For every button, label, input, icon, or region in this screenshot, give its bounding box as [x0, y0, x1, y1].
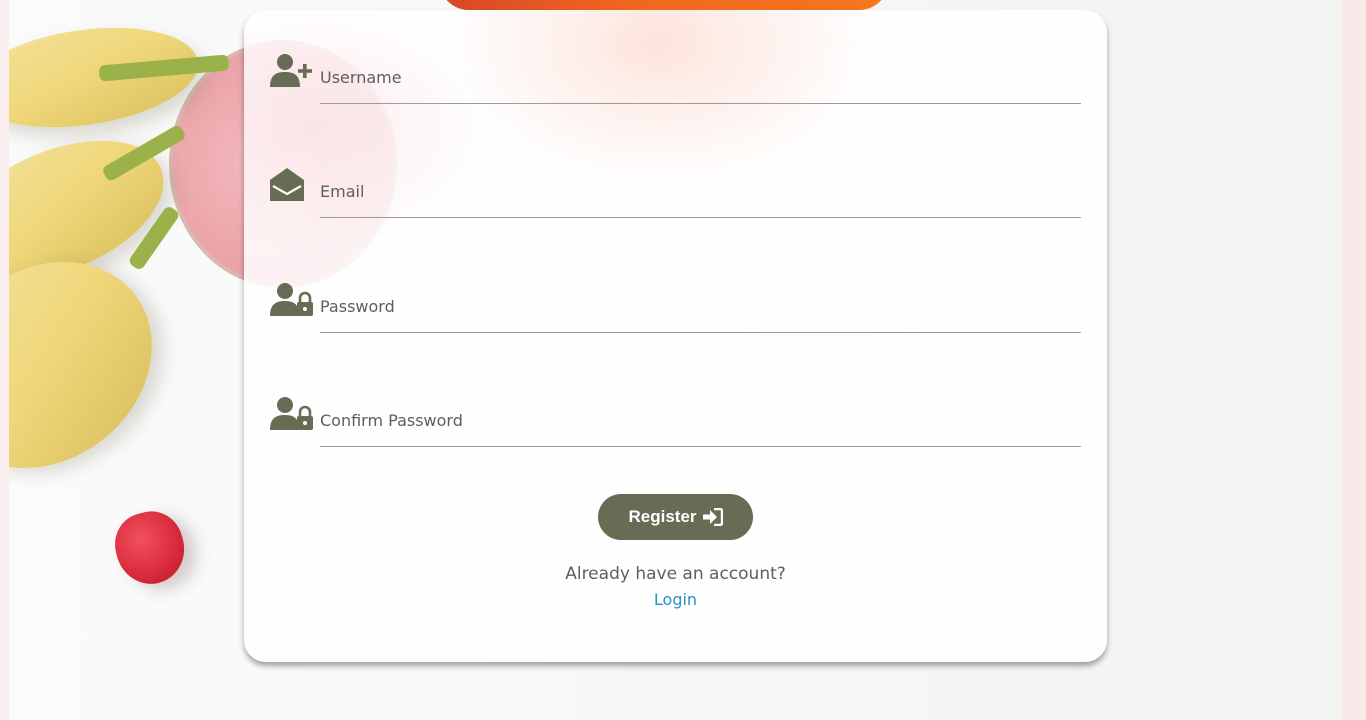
password-input-wrap — [320, 272, 1081, 333]
confirm-password-input-wrap — [320, 386, 1081, 447]
email-input-wrap — [320, 157, 1081, 218]
sign-in-icon — [702, 508, 723, 526]
orange-fruit — [439, 0, 889, 10]
already-have-account-text: Already have an account? — [565, 564, 786, 584]
right-edge-strip — [1342, 0, 1366, 720]
user-plus-icon — [270, 53, 314, 89]
username-input-wrap — [320, 43, 1081, 104]
login-link-wrap: Login — [244, 590, 1107, 609]
email-input[interactable] — [320, 171, 1081, 211]
register-card: Register Already have an account? Login — [244, 10, 1107, 662]
password-input[interactable] — [320, 286, 1081, 326]
confirm-password-field — [270, 386, 1081, 447]
register-button-label: Register — [628, 507, 697, 526]
confirm-password-input[interactable] — [320, 400, 1081, 440]
password-field — [270, 272, 1081, 333]
envelope-open-icon — [270, 167, 314, 203]
register-button[interactable]: Register — [598, 494, 753, 540]
raspberry — [107, 504, 193, 592]
email-field — [270, 157, 1081, 218]
login-link[interactable]: Login — [654, 590, 697, 609]
username-input[interactable] — [320, 57, 1081, 97]
username-field — [270, 43, 1081, 104]
user-lock-icon — [270, 396, 314, 432]
user-lock-icon — [270, 282, 314, 318]
